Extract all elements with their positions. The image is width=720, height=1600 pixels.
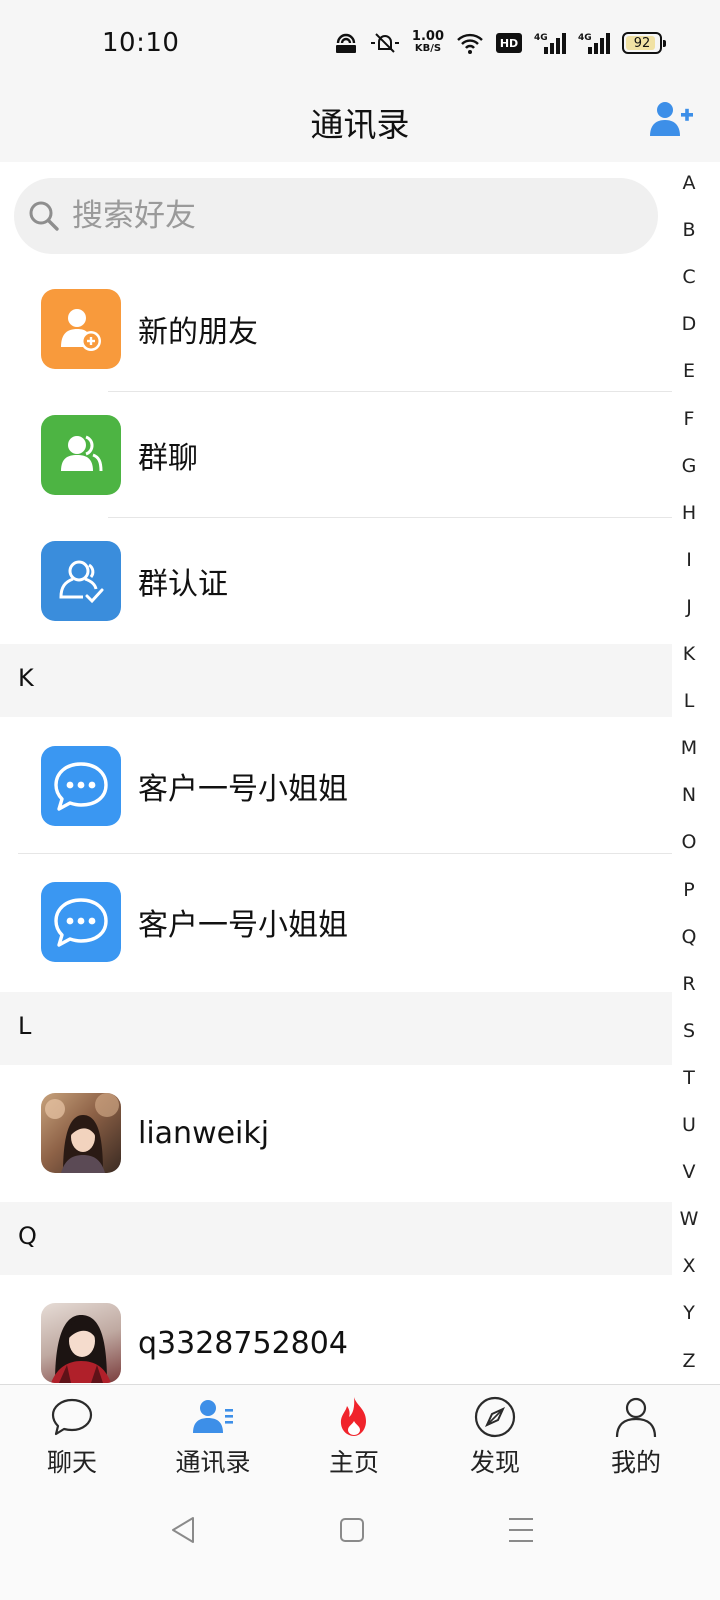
add-contact-icon[interactable] (648, 100, 694, 140)
alphabet-letter-b[interactable]: B (672, 219, 706, 241)
nav-home[interactable]: 主页 (282, 1385, 426, 1489)
chat-bubble-icon (41, 882, 121, 962)
alphabet-letter-y[interactable]: Y (672, 1302, 706, 1324)
flame-icon (340, 1397, 366, 1436)
chat-icon (51, 1398, 93, 1436)
contacts-icon (193, 1400, 233, 1433)
alphabet-letter-g[interactable]: G (672, 455, 706, 477)
nav-label: 通讯录 (175, 1448, 251, 1477)
alphabet-letter-x[interactable]: X (672, 1255, 706, 1277)
nav-label: 我的 (610, 1448, 661, 1477)
compass-icon (474, 1396, 516, 1438)
section-header-l: L (0, 992, 672, 1065)
search-input[interactable] (72, 198, 632, 234)
menu-icon[interactable] (501, 1510, 541, 1550)
signal-icon-2: 4G (578, 33, 610, 54)
alphabet-letter-h[interactable]: H (672, 502, 706, 524)
contact-name: 客户一号小姐姐 (138, 772, 348, 807)
signal-type-1: 4G (534, 33, 548, 43)
vpn-icon (335, 33, 356, 53)
home-icon[interactable] (332, 1510, 372, 1550)
nav-label: 发现 (469, 1448, 520, 1477)
photo-avatar (41, 1093, 121, 1173)
group-verify-icon (41, 541, 121, 621)
group-verify-row[interactable]: 群认证 (0, 518, 672, 644)
row-label: 群聊 (138, 441, 198, 476)
alphabet-letter-i[interactable]: I (672, 549, 706, 571)
top-header: 通讯录 (0, 84, 720, 162)
search-icon (29, 201, 59, 231)
alphabet-letter-s[interactable]: S (672, 1020, 706, 1042)
network-speed-unit: KB/S (414, 43, 442, 54)
new-friend-icon (41, 289, 121, 369)
chat-bubble-icon (41, 746, 121, 826)
section-letter: L (18, 1012, 32, 1040)
row-label: 群认证 (138, 567, 228, 602)
alphabet-letter-m[interactable]: M (672, 737, 706, 759)
alphabet-letter-l[interactable]: L (672, 690, 706, 712)
back-icon[interactable] (164, 1510, 204, 1550)
contact-name: lianweikj (138, 1115, 270, 1151)
section-letter: K (18, 664, 34, 692)
network-speed-value: 1.00 (411, 29, 444, 44)
nav-label: 聊天 (46, 1448, 97, 1477)
section-header-q: Q (0, 1202, 672, 1275)
alphabet-letter-k[interactable]: K (672, 643, 706, 665)
contact-row[interactable]: 客户一号小姐姐 (0, 859, 672, 985)
contact-row[interactable]: 客户一号小姐姐 (0, 723, 672, 849)
section-letter: Q (18, 1222, 37, 1250)
signal-type-2: 4G (578, 33, 592, 43)
alphabet-letter-f[interactable]: F (672, 408, 706, 430)
profile-icon (615, 1397, 657, 1438)
alphabet-letter-o[interactable]: O (672, 831, 706, 853)
group-chat-row[interactable]: 群聊 (0, 392, 672, 518)
page-title: 通讯录 (310, 105, 410, 144)
alphabet-letter-q[interactable]: Q (672, 926, 706, 948)
alphabet-letter-r[interactable]: R (672, 973, 706, 995)
photo-avatar (41, 1303, 121, 1383)
nav-me[interactable]: 我的 (564, 1385, 708, 1489)
battery-icon: 92 (622, 32, 666, 54)
alphabet-letter-p[interactable]: P (672, 879, 706, 901)
mute-bell-icon (370, 33, 399, 53)
hd-voice-badge: HD (496, 33, 522, 53)
alphabet-letter-n[interactable]: N (672, 784, 706, 806)
status-icons: 1.00 KB/S HD 4G 4G 92 (334, 26, 666, 60)
battery-level-text: 92 (633, 35, 651, 51)
status-bar: 10:10 1.00 KB/S HD 4G 4G 92 (0, 0, 720, 84)
bottom-nav: 聊天 通讯录 主页 发现 我的 (0, 1384, 720, 1488)
section-header-k: K (0, 644, 672, 717)
contact-name: q3328752804 (138, 1325, 348, 1361)
alphabet-letter-t[interactable]: T (672, 1067, 706, 1089)
alphabet-letter-e[interactable]: E (672, 360, 706, 382)
alphabet-letter-d[interactable]: D (672, 313, 706, 335)
system-nav-bar (0, 1488, 720, 1600)
status-time: 10:10 (102, 28, 180, 58)
nav-contacts[interactable]: 通讯录 (141, 1385, 285, 1489)
signal-icon: 4G (534, 33, 566, 54)
alphabet-letter-v[interactable]: V (672, 1161, 706, 1183)
alphabet-letter-a[interactable]: A (672, 172, 706, 194)
contact-name: 客户一号小姐姐 (138, 908, 348, 943)
divider (18, 853, 672, 854)
alphabet-letter-w[interactable]: W (672, 1208, 706, 1230)
nav-discover[interactable]: 发现 (423, 1385, 567, 1489)
row-label: 新的朋友 (138, 315, 258, 350)
group-chat-icon (41, 415, 121, 495)
wifi-icon (457, 33, 483, 54)
nav-label: 主页 (328, 1448, 379, 1477)
alphabet-letter-c[interactable]: C (672, 266, 706, 288)
alphabet-letter-z[interactable]: Z (672, 1350, 706, 1372)
nav-chat[interactable]: 聊天 (0, 1385, 144, 1489)
search-bar[interactable] (14, 178, 658, 254)
alphabet-letter-u[interactable]: U (672, 1114, 706, 1136)
alphabet-letter-j[interactable]: J (672, 596, 706, 618)
contacts-screen: 10:10 1.00 KB/S HD 4G 4G 92 通讯录 搜索好友 新的朋… (0, 0, 720, 1600)
network-speed: 1.00 KB/S (411, 29, 444, 55)
contact-row[interactable]: lianweikj (0, 1070, 672, 1196)
new-friends-row[interactable]: 新的朋友 (0, 266, 672, 392)
